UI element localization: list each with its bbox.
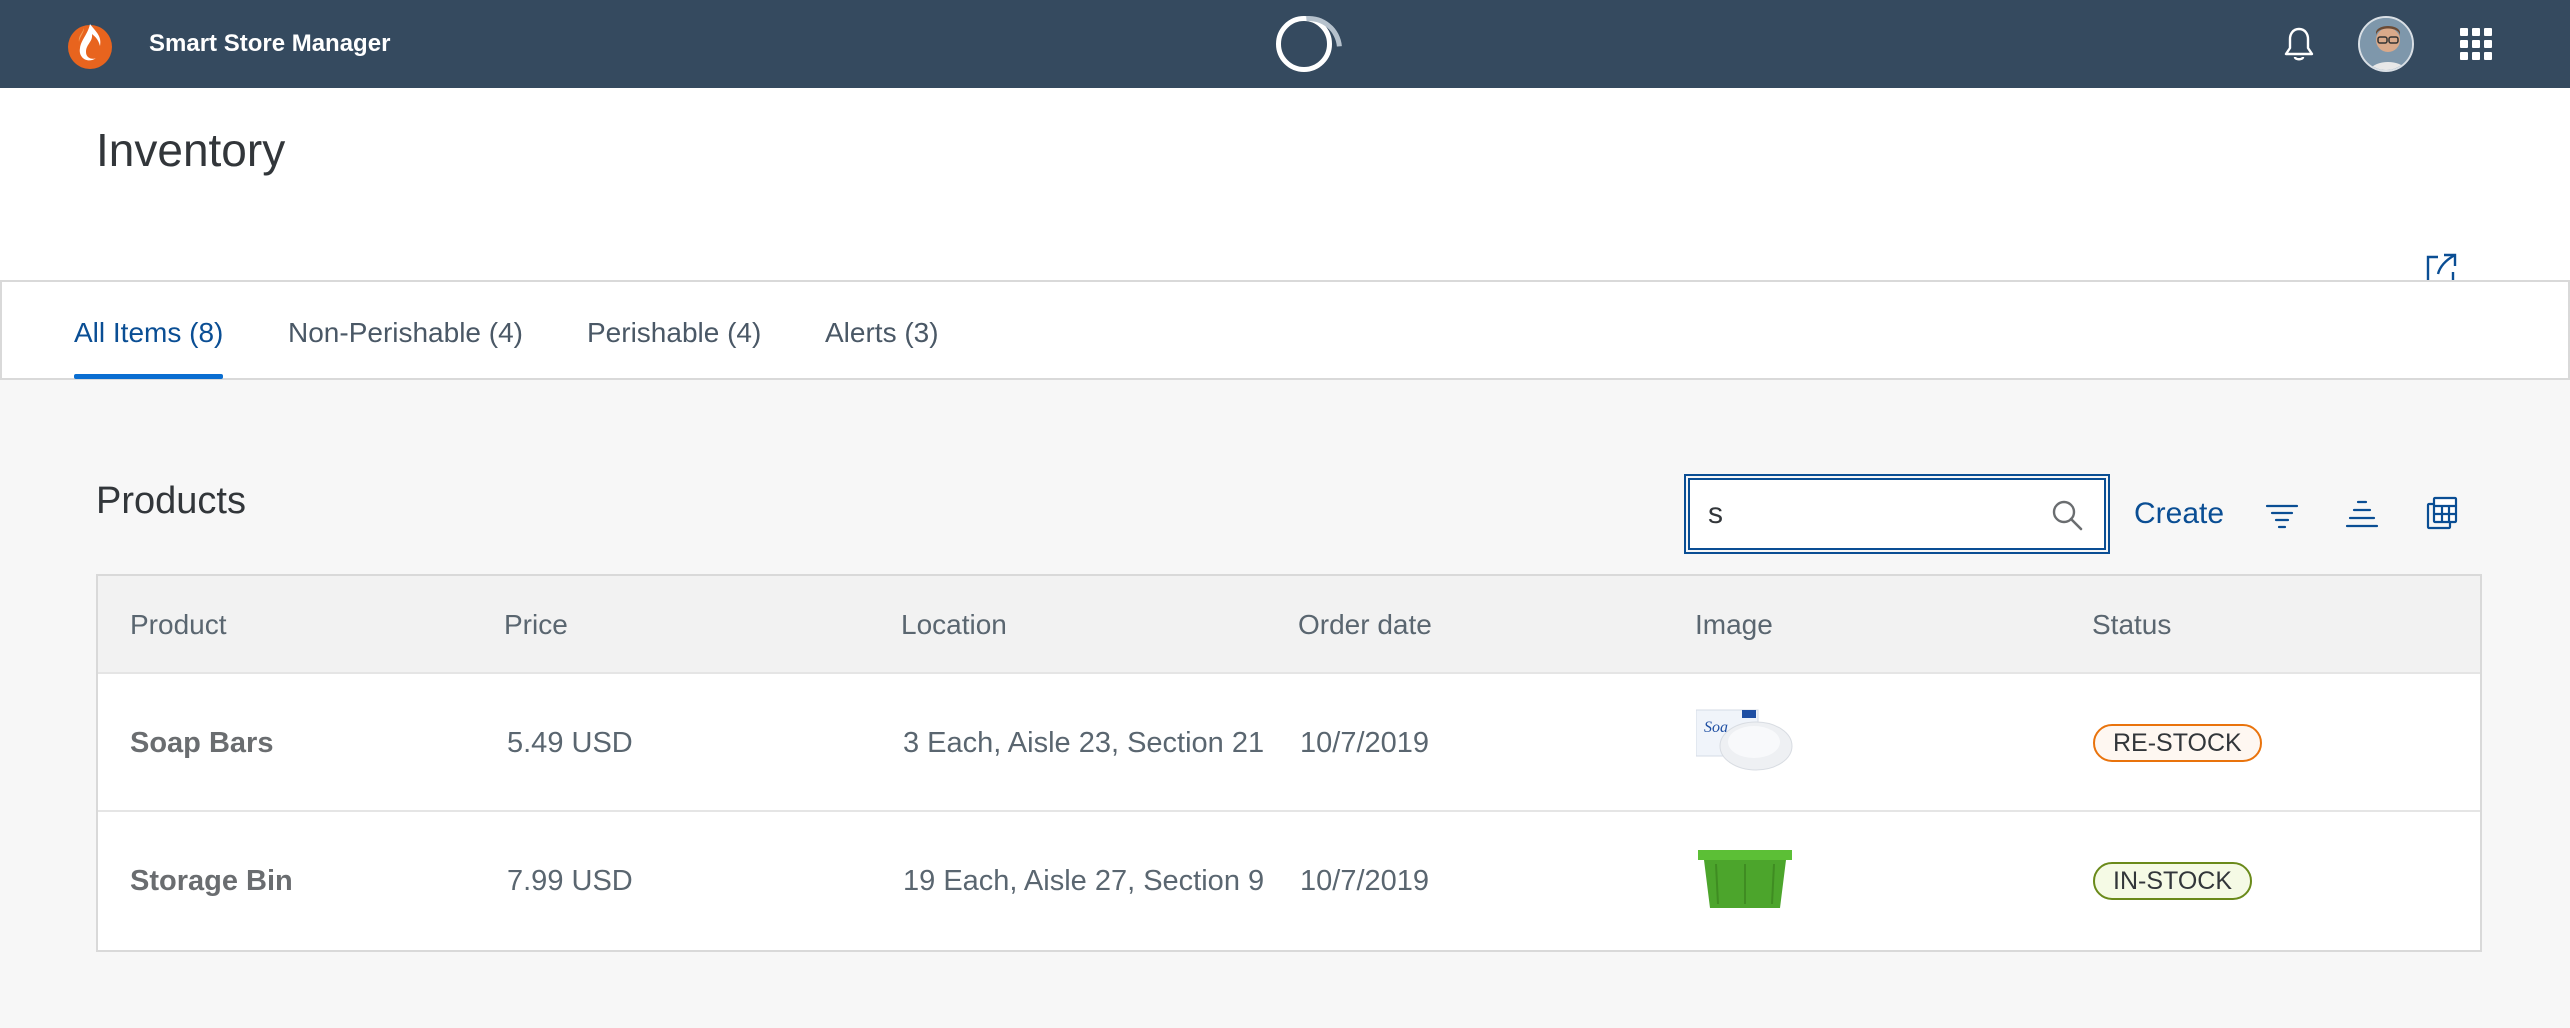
storage-bin-thumbnail <box>1698 850 1792 908</box>
tab-alerts[interactable]: Alerts (3) <box>825 316 939 350</box>
status-badge: IN-STOCK <box>2093 862 2252 900</box>
bell-icon[interactable] <box>2282 26 2316 62</box>
filter-icon[interactable] <box>2264 496 2300 532</box>
create-button[interactable]: Create <box>2134 494 2224 534</box>
location: 3 Each, Aisle 23, Section 21 <box>903 727 1265 759</box>
shell-bar: Smart Store Manager <box>0 0 2570 88</box>
table-row[interactable]: Soap Bars 5.49 USD 3 Each, Aisle 23, Sec… <box>98 674 2480 812</box>
page-title: Inventory <box>96 124 286 176</box>
column-header-status[interactable]: Status <box>2092 608 2171 642</box>
search-icon[interactable] <box>2050 498 2084 532</box>
app-title[interactable]: Smart Store Manager <box>149 28 390 60</box>
order-date: 10/7/2019 <box>1300 865 1430 897</box>
price: 5.49 USD <box>507 727 633 759</box>
order-date: 10/7/2019 <box>1300 727 1430 759</box>
column-header-price[interactable]: Price <box>504 608 568 642</box>
tab-bar: All Items (8) Non-Perishable (4) Perisha… <box>0 280 2570 380</box>
avatar[interactable] <box>2358 16 2414 72</box>
table-header: Product Price Location Order date Image … <box>98 576 2480 674</box>
product-name: Soap Bars <box>130 727 274 759</box>
busy-indicator <box>1276 16 1332 72</box>
table-settings-icon[interactable] <box>2424 496 2460 532</box>
products-table: Product Price Location Order date Image … <box>96 574 2482 952</box>
column-header-order-date[interactable]: Order date <box>1298 608 1432 642</box>
search-field[interactable] <box>1684 474 2110 554</box>
products-title: Products <box>96 480 246 522</box>
status-badge: RE-STOCK <box>2093 724 2262 762</box>
tab-non-perishable[interactable]: Non-Perishable (4) <box>288 316 523 350</box>
column-header-image[interactable]: Image <box>1695 608 1773 642</box>
column-header-location[interactable]: Location <box>901 608 1007 642</box>
logo-icon[interactable] <box>62 16 118 72</box>
price: 7.99 USD <box>507 865 633 897</box>
page-header: Inventory <box>0 88 2570 284</box>
tab-perishable[interactable]: Perishable (4) <box>587 316 761 350</box>
search-input[interactable] <box>1708 488 2038 540</box>
column-header-product[interactable]: Product <box>130 608 227 642</box>
location: 19 Each, Aisle 27, Section 9 <box>903 865 1265 897</box>
group-icon[interactable] <box>2344 496 2380 532</box>
app-grid-icon[interactable] <box>2460 28 2492 60</box>
svg-text:Soa: Soa <box>1704 719 1728 736</box>
tab-all-items[interactable]: All Items (8) <box>74 316 224 379</box>
table-row[interactable]: Storage Bin 7.99 USD 19 Each, Aisle 27, … <box>98 812 2480 950</box>
soap-bars-thumbnail: Soa <box>1696 709 1793 771</box>
product-name: Storage Bin <box>130 865 293 897</box>
